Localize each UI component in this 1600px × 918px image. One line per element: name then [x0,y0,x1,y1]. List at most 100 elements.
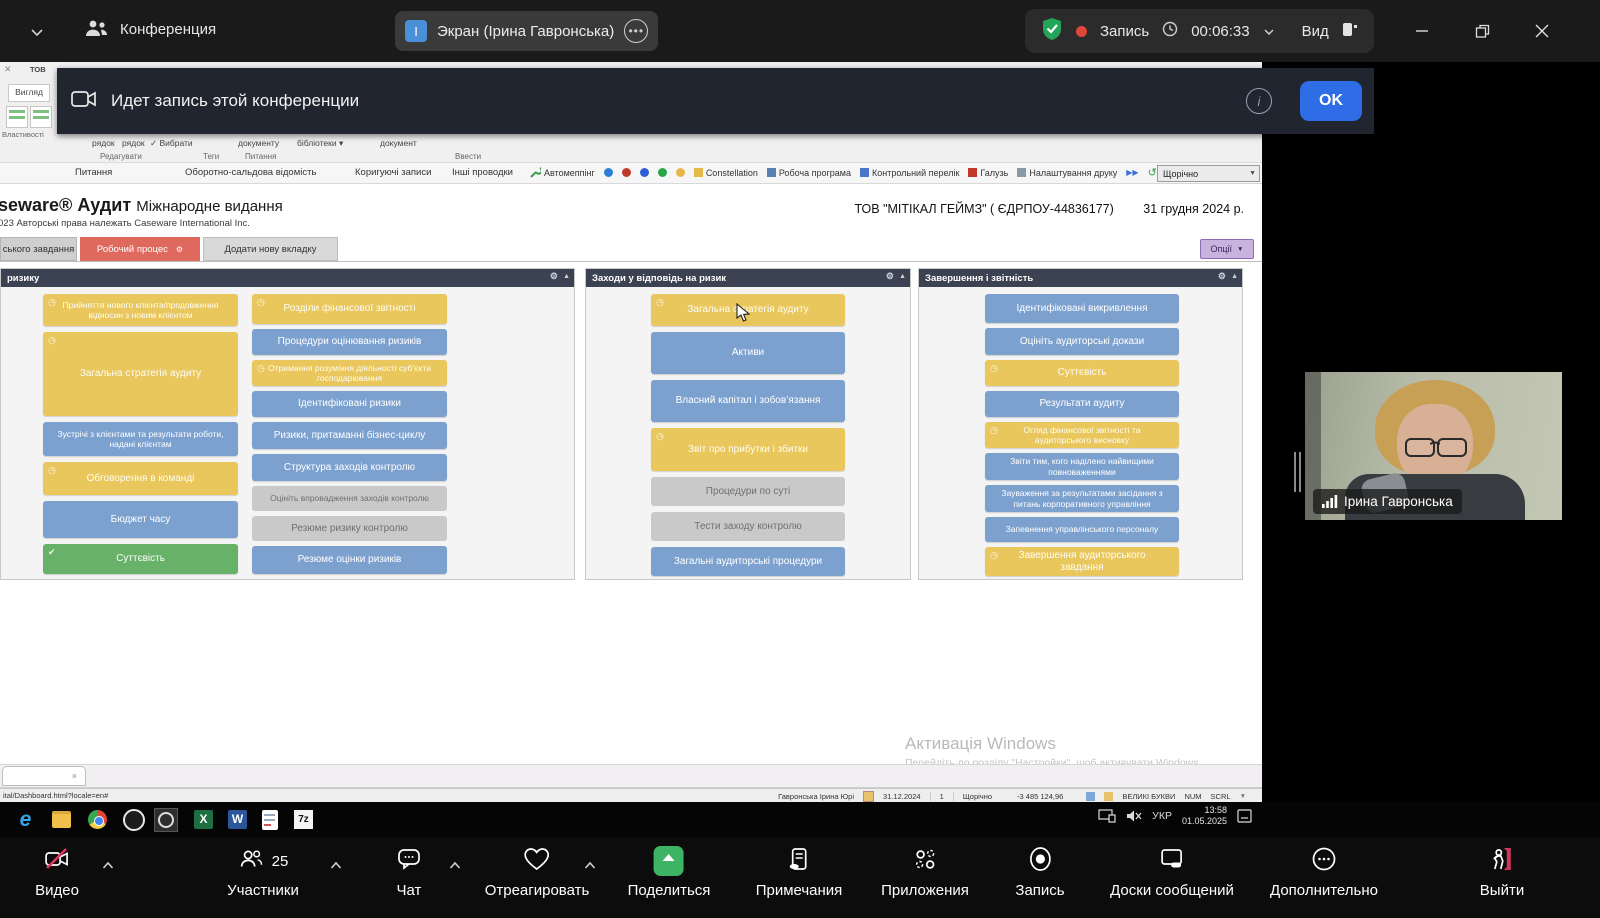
opera-icon[interactable] [122,808,145,831]
restore-button[interactable] [1468,18,1496,44]
period-dropdown[interactable]: Щорічно▼ [1157,165,1260,182]
notification-icon[interactable] [1237,809,1252,823]
document-tab[interactable]: × [2,766,86,786]
toolbar-item[interactable]: Constellation [694,168,758,178]
zoom-toolbar-notes[interactable]: Примечания [756,845,843,899]
tab-close-icon[interactable]: × [72,771,77,781]
workflow-node[interactable]: Ідентифіковані ризики [252,391,447,417]
workflow-node[interactable]: ◷Загальна стратегія аудиту [43,332,238,416]
workflow-node[interactable]: Зустрічі з клієнтами та результати робот… [43,422,238,456]
chevron-up-icon[interactable] [102,857,115,875]
workflow-node[interactable]: Процедури по суті [651,477,845,506]
edge-icon[interactable]: e [14,808,37,831]
ribbon-tab-view[interactable]: Вигляд [8,84,50,102]
menu-item[interactable]: Інші проводки [452,167,513,178]
toolbar-forward-icon[interactable]: ▶▶ [1126,168,1138,177]
ribbon-item[interactable]: ✓ Вибрати [150,138,193,149]
status-icon-1[interactable] [1086,792,1095,801]
language-indicator[interactable]: УКР [1152,810,1172,822]
chrome-icon[interactable] [86,808,109,831]
ribbon-item[interactable]: документу [238,138,279,148]
zoom-toolbar-chat[interactable]: Чат [395,845,423,899]
tab-gear-icon[interactable]: ⚙ [176,245,183,254]
chevron-up-icon[interactable] [330,857,343,875]
zoom-toolbar-apps[interactable]: Приложения [881,845,969,899]
workflow-node[interactable]: Структура заходів контролю [252,454,447,481]
participant-video[interactable]: Ірина Гавронська [1305,372,1562,520]
workflow-node[interactable]: Звіти тим, кого наділено найвищими повно… [985,453,1179,480]
toolbar-item[interactable]: Налаштування друку [1017,168,1117,178]
panel-collapse-icon[interactable]: ▲ [1231,273,1238,280]
toolbar-refresh-icon[interactable]: ↺ [1148,166,1157,179]
panel-gear-icon[interactable]: ⚙ [886,271,894,282]
workflow-node[interactable]: Тести заходу контролю [651,512,845,541]
tab-add-new[interactable]: Додати нову вкладку [203,237,338,261]
workflow-node[interactable]: ◷Розділи фінансової звітності [252,294,447,324]
workflow-node[interactable]: Оцініть впровадження заходів контролю [252,486,447,511]
workflow-node[interactable]: ✔Суттєвість [43,544,238,574]
thumbnail-drag-handle[interactable] [1294,452,1301,492]
panel-collapse-icon[interactable]: ▲ [563,273,570,280]
workflow-node[interactable]: Резюме ризику контролю [252,516,447,541]
workflow-node[interactable]: ◷Завершення аудиторського завдання [985,547,1179,576]
menu-item[interactable]: Питання [75,167,112,178]
workflow-node[interactable]: Резюме оцінки ризиків [252,546,447,574]
workflow-node[interactable]: ◷Суттєвість [985,360,1179,386]
zoom-toolbar-whiteboard[interactable]: Доски сообщений [1110,845,1234,899]
zoom-toolbar-react-heart[interactable]: Отреагировать [485,845,590,899]
options-button[interactable]: Опції▼ [1200,239,1254,259]
timer-chevron-icon[interactable] [1263,23,1275,40]
workflow-node[interactable]: Активи [651,332,845,374]
workflow-node[interactable]: ◷Огляд фінансової звітності та аудиторсь… [985,422,1179,448]
zoom-toolbar-record[interactable]: Запись [1015,845,1064,899]
chevron-down-icon[interactable] [30,24,44,42]
toolbar-item[interactable]: Контрольний перелік [860,168,959,178]
workflow-node[interactable]: Зауваження за результатами засідання з п… [985,485,1179,512]
screen-recorder-icon[interactable] [154,808,177,831]
excel-icon[interactable]: X [192,808,215,831]
workflow-node[interactable]: Оцініть аудиторські докази [985,328,1179,355]
workflow-node[interactable]: ◷Обговорення в команді [43,462,238,495]
toolbar-automapping[interactable]: Автомеппінг [530,167,595,178]
workflow-node[interactable]: ◷Звіт про прибутки і збитки [651,428,845,471]
panel-collapse-icon[interactable]: ▲ [899,273,906,280]
toolbar-status-dot[interactable] [676,168,685,177]
ribbon-icon-1[interactable] [6,106,28,128]
toolbar-status-dot[interactable] [622,168,631,177]
ribbon-item[interactable]: рядок [122,138,145,148]
chevron-up-icon[interactable] [584,857,597,875]
tab-engagement[interactable]: ського завдання [0,237,77,261]
security-shield-icon[interactable] [1041,17,1063,45]
zoom-toolbar-more[interactable]: Дополнительно [1270,845,1378,899]
panel-gear-icon[interactable]: ⚙ [1218,271,1226,282]
more-options-icon[interactable]: ••• [624,19,648,43]
meeting-menu[interactable]: Конференция [120,21,216,38]
screen-share-tab[interactable]: I Экран (Ірина Гавронська) ••• [395,11,658,51]
taskbar-clock[interactable]: 13:5801.05.2025 [1182,805,1227,828]
toolbar-item[interactable]: Робоча програма [767,168,851,178]
view-menu[interactable]: Вид [1302,23,1329,40]
workflow-node[interactable]: Ризики, притаманні бізнес-циклу [252,422,447,449]
ribbon-item[interactable]: бібліотеки ▾ [297,138,343,149]
cast-icon[interactable] [1098,809,1116,823]
zoom-toolbar-participants[interactable]: 25Участники [227,845,299,899]
status-icon-2[interactable] [1104,792,1113,801]
workflow-node[interactable]: Процедури оцінювання ризиків [252,329,447,355]
ribbon-item[interactable]: рядок [92,138,115,148]
workflow-node[interactable]: Запевнення управлінського персоналу [985,517,1179,542]
speaker-muted-icon[interactable] [1126,809,1142,823]
zoom-toolbar-video-off[interactable]: Видео [35,845,79,899]
word-icon[interactable]: W [226,808,249,831]
workflow-node[interactable]: Ідентифіковані викривлення [985,294,1179,323]
toolbar-status-dot[interactable] [640,168,649,177]
tab-workflow[interactable]: Робочий процес ⚙ [80,237,200,261]
document-app-icon[interactable] [258,808,281,831]
status-dropdown-icon[interactable]: ▼ [1240,793,1246,800]
doc-close-icon[interactable]: ✕ [4,64,12,75]
menu-item[interactable]: Коригуючі записи [355,167,431,178]
close-button[interactable] [1528,18,1556,44]
zoom-toolbar-leave[interactable]: Выйти [1480,845,1524,899]
workflow-node[interactable]: Власний капітал і зобов’язання [651,380,845,422]
toolbar-status-dot[interactable] [604,168,613,177]
panel-gear-icon[interactable]: ⚙ [550,271,558,282]
